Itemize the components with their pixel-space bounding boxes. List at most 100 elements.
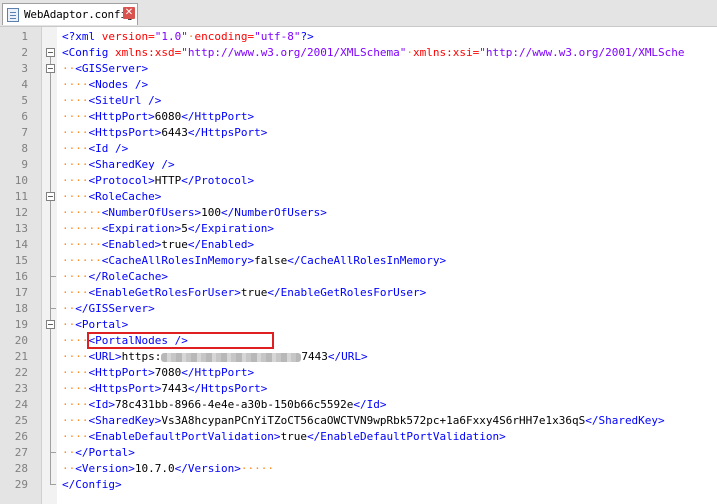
code-line[interactable]: 9 ····<SharedKey />	[0, 157, 717, 173]
code-line[interactable]: 25 ····<SharedKey>Vs3A8hcypanPCnYiTZoCT56…	[0, 413, 717, 429]
line-number: 29	[14, 478, 28, 491]
code-token: ······	[62, 238, 102, 251]
code-line[interactable]: 27 ··</Portal>	[0, 445, 717, 461]
code-token: xmlns:xsi=	[413, 46, 480, 59]
code-token: <Version>	[75, 462, 135, 475]
code-token: true	[161, 238, 188, 251]
code-line[interactable]: 12 ······<NumberOfUsers>100</NumberOfUser…	[0, 205, 717, 221]
code-line[interactable]: 13 ······<Expiration>5</Expiration>	[0, 221, 717, 237]
code-text: ····<Id />	[62, 141, 128, 157]
code-text: ····<RoleCache>	[62, 189, 161, 205]
code-line[interactable]: 15 ······<CacheAllRolesInMemory>false</Ca…	[0, 253, 717, 269]
code-text: ······<CacheAllRolesInMemory>false</Cach…	[62, 253, 446, 269]
code-token: ····	[62, 270, 89, 283]
code-token: <Id>	[88, 398, 116, 411]
code-token: 5	[181, 222, 188, 235]
code-line[interactable]: 18 ··</GISServer>	[0, 301, 717, 317]
code-text: ····<Protocol>HTTP</Protocol>	[62, 173, 254, 189]
fold-guide	[50, 285, 51, 301]
code-line[interactable]: 26 ····<EnableDefaultPortValidation>true<…	[0, 429, 717, 445]
code-token: true	[280, 430, 308, 443]
code-line[interactable]: 6 ····<HttpPort>6080</HttpPort>	[0, 109, 717, 125]
code-line[interactable]: 19 ··<Portal>	[0, 317, 717, 333]
close-icon[interactable]: ✕	[123, 7, 135, 19]
code-line[interactable]: 29 </Config>	[0, 477, 717, 493]
code-token: </HttpPort>	[181, 366, 255, 379]
code-line[interactable]: 17 ····<EnableGetRolesForUser>true</Enabl…	[0, 285, 717, 301]
code-line[interactable]: 14 ······<Enabled>true</Enabled>	[0, 237, 717, 253]
code-text: ··<Portal>	[62, 317, 128, 333]
code-token: ······	[62, 206, 102, 219]
code-token: <Portal>	[75, 318, 129, 331]
code-line[interactable]: 24 ····<Id>78c431bb-8966-4e4e-a30b-150b66…	[0, 397, 717, 413]
code-token: <Protocol>	[88, 174, 155, 187]
code-text: ····<HttpPort>7080</HttpPort>	[62, 365, 254, 381]
code-token: ····	[62, 94, 89, 107]
code-text: ······<Enabled>true</Enabled>	[62, 237, 254, 253]
code-token: 7443	[161, 382, 188, 395]
line-number: 11	[14, 190, 28, 203]
code-line[interactable]: 8 ····<Id />	[0, 141, 717, 157]
code-token: 7080	[154, 366, 182, 379]
code-text: ······<NumberOfUsers>100</NumberOfUsers>	[62, 205, 327, 221]
code-editor[interactable]: 1 <?xml version="1.0"·encoding="utf-8"?> 2…	[0, 27, 717, 504]
code-line[interactable]: 2 <Config xmlns:xsd="http://www.w3.org/20…	[0, 45, 717, 61]
code-token: <HttpPort>	[88, 110, 155, 123]
code-line[interactable]: 16 ····</RoleCache>	[0, 269, 717, 285]
code-token: "1.0"	[154, 30, 188, 43]
fold-toggle-icon[interactable]	[46, 320, 55, 329]
code-token: ····	[62, 382, 89, 395]
line-number: 8	[21, 142, 28, 155]
code-line[interactable]: 3 ··<GISServer>	[0, 61, 717, 77]
fold-guide	[50, 77, 51, 93]
fold-toggle-icon[interactable]	[46, 64, 55, 73]
code-token: Vs3A8hcypanPCnYiTZoCT56caOWCTVN9wpRbk572…	[161, 414, 586, 427]
code-token: ····	[62, 430, 89, 443]
code-token: <EnableDefaultPortValidation>	[88, 430, 281, 443]
code-line[interactable]: 10 ····<Protocol>HTTP</Protocol>	[0, 173, 717, 189]
code-line[interactable]: 22 ····<HttpPort>7080</HttpPort>	[0, 365, 717, 381]
code-text: ····</RoleCache>	[62, 269, 168, 285]
fold-end-marker	[50, 445, 56, 453]
redacted-text	[161, 352, 302, 362]
highlight-annotation-box	[87, 332, 274, 349]
line-number: 12	[14, 206, 28, 219]
line-number: 16	[14, 270, 28, 283]
fold-guide	[50, 205, 51, 221]
code-token: <HttpsPort>	[88, 382, 162, 395]
fold-guide	[50, 429, 51, 445]
fold-toggle-icon[interactable]	[46, 48, 55, 57]
code-token: <HttpsPort>	[88, 126, 162, 139]
code-line[interactable]: 21 ····<URL>https: 7443</URL>	[0, 349, 717, 365]
line-number: 18	[14, 302, 28, 315]
code-line[interactable]: 28 ··<Version>10.7.0</Version>·····	[0, 461, 717, 477]
code-token: ····	[62, 190, 89, 203]
code-token: <HttpPort>	[88, 366, 155, 379]
code-token: ····	[62, 398, 89, 411]
line-number: 24	[14, 398, 28, 411]
code-token: <NumberOfUsers>	[101, 206, 202, 219]
file-tab[interactable]: WebAdaptor.config ✕	[2, 3, 138, 25]
line-number: 13	[14, 222, 28, 235]
code-text: <Config xmlns:xsd="http://www.w3.org/200…	[62, 45, 685, 61]
code-token: 6443	[161, 126, 188, 139]
code-line[interactable]: 23 ····<HttpsPort>7443</HttpsPort>	[0, 381, 717, 397]
code-line[interactable]: 7 ····<HttpsPort>6443</HttpsPort>	[0, 125, 717, 141]
code-token: <Id />	[88, 142, 129, 155]
code-token: </Portal>	[75, 446, 135, 459]
code-text: </Config>	[62, 477, 122, 493]
code-line[interactable]: 5 ····<SiteUrl />	[0, 93, 717, 109]
code-text: ····<SharedKey />	[62, 157, 175, 173]
fold-guide	[50, 349, 51, 365]
code-text: ····<SharedKey>Vs3A8hcypanPCnYiTZoCT56ca…	[62, 413, 665, 429]
code-line[interactable]: 4 ····<Nodes />	[0, 77, 717, 93]
fold-toggle-icon[interactable]	[46, 192, 55, 201]
code-token: "http://www.w3.org/2001/XMLSche	[479, 46, 685, 59]
line-number: 2	[21, 46, 28, 59]
line-number: 4	[21, 78, 28, 91]
code-line[interactable]: 1 <?xml version="1.0"·encoding="utf-8"?>	[0, 29, 717, 45]
code-text: ····<Nodes />	[62, 77, 148, 93]
code-token: xmlns:xsd=	[114, 46, 182, 59]
code-token: <SharedKey />	[88, 158, 175, 171]
code-line[interactable]: 11 ····<RoleCache>	[0, 189, 717, 205]
